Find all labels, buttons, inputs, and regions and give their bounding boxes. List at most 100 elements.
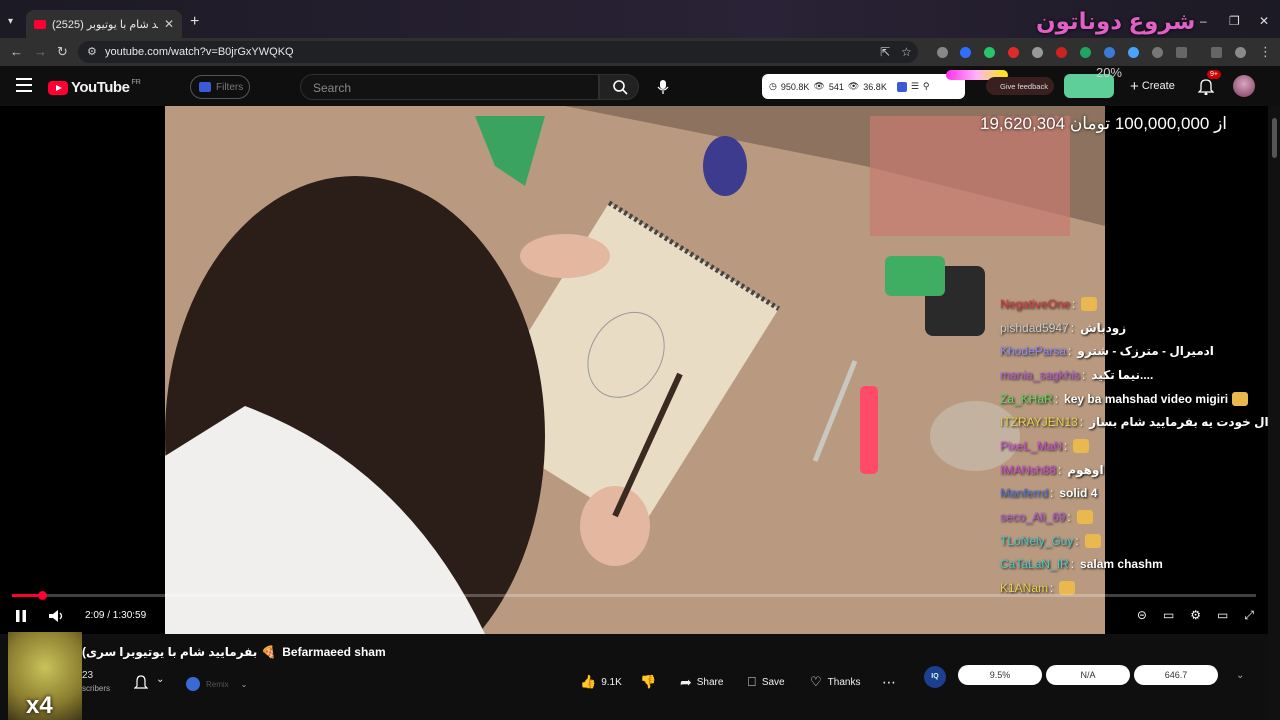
theater-mode-icon[interactable]: ▭ (1217, 608, 1228, 623)
url-text: youtube.com/watch?v=B0jrGxYWQKQ (105, 46, 294, 58)
filters-label: Filters (216, 81, 244, 93)
autoplay-toggle-icon[interactable]: ⊝ (1137, 608, 1147, 623)
iq-icon[interactable] (896, 81, 907, 92)
progress-bar[interactable] (12, 591, 1256, 600)
fullscreen-icon[interactable]: ⤢ (1244, 608, 1254, 623)
stat-watching: 541 (828, 81, 844, 92)
chat-username[interactable]: PixeL_MaN (1000, 439, 1062, 453)
settings-gear-icon[interactable]: ⚙ (1190, 608, 1201, 623)
video-player[interactable]: 19,620,304 از 100,000,000 تومان Negative… (0, 106, 1268, 634)
tab-search-icon[interactable]: ▾ (8, 16, 13, 27)
reading-list-icon[interactable] (1211, 47, 1222, 58)
thanks-button[interactable]: ♡ Thanks (810, 670, 860, 694)
extension-icon[interactable] (1008, 47, 1019, 58)
install-app-icon[interactable]: ⇱ (880, 45, 890, 59)
chat-username[interactable]: KhodeParsa (1000, 344, 1066, 358)
share-label: Share (696, 676, 724, 688)
window-close-button[interactable]: ✕ (1259, 14, 1269, 28)
iq-extension-icon (199, 82, 211, 92)
dislike-button[interactable]: 👎 (640, 670, 656, 694)
new-tab-button[interactable]: + (190, 14, 199, 30)
microphone-icon[interactable] (656, 79, 670, 95)
chat-message: PixeL_MaN : (1000, 434, 1265, 458)
extension-icon[interactable] (960, 47, 971, 58)
save-button[interactable]: ⎕ Save (748, 670, 785, 694)
extension-icon[interactable] (1104, 47, 1115, 58)
scrollbar-thumb[interactable] (1272, 118, 1277, 158)
chat-username[interactable]: ITZRAYJEN13 (1000, 415, 1078, 429)
youtube-favicon-icon (34, 19, 46, 29)
tab-close-icon[interactable]: ✕ (164, 17, 174, 31)
iq-extension-button[interactable]: IQ (924, 666, 946, 688)
chat-text: salam chashm (1080, 557, 1163, 572)
chat-message: seco_Ali_69 : (1000, 505, 1265, 529)
create-button[interactable]: + Create (1130, 78, 1175, 95)
search-input[interactable]: Search (300, 74, 599, 100)
extension-icon[interactable] (1056, 47, 1067, 58)
extension-icon[interactable] (1032, 47, 1043, 58)
chat-separator: : (1067, 510, 1071, 525)
extension-icon[interactable] (937, 47, 948, 58)
share-button[interactable]: ➦ Share (680, 670, 723, 694)
extensions-puzzle-icon[interactable] (1176, 47, 1187, 58)
chat-username[interactable]: pishdad5947 (1000, 321, 1069, 335)
chat-message: CaTaLaN_IR : salam chashm (1000, 553, 1265, 577)
filters-button[interactable]: Filters (190, 75, 250, 99)
subscribe-notification-button[interactable]: ⌄ (133, 674, 174, 694)
clock-icon: ◷ (769, 81, 777, 91)
give-feedback-button[interactable]: Give feedback (986, 77, 1054, 95)
subtitles-icon[interactable]: ▭ (1163, 608, 1174, 623)
address-bar[interactable]: ⚙ youtube.com/watch?v=B0jrGxYWQKQ ⇱ ☆ (78, 41, 918, 63)
chat-emote-icon (1084, 533, 1101, 548)
extension-icon[interactable] (1152, 47, 1163, 58)
forward-icon[interactable]: → (34, 44, 47, 59)
volume-icon[interactable] (48, 608, 66, 624)
notifications-bell-icon[interactable] (1198, 77, 1214, 95)
avatar[interactable] (1233, 75, 1255, 97)
chat-username[interactable]: Manferrd (1000, 486, 1048, 500)
donation-button[interactable]: 20% (1064, 65, 1122, 98)
browser-tab-youtube[interactable]: (2525) بفرمایید شام با یوتیوبر ✕ (26, 10, 182, 38)
search-button[interactable] (599, 74, 639, 100)
chat-username[interactable]: seco_Ali_69 (1000, 510, 1065, 524)
back-icon[interactable]: ← (10, 44, 23, 59)
menu-icon[interactable] (16, 78, 32, 92)
more-actions-button[interactable]: ⋯ (882, 670, 896, 694)
chat-message: ITZRAYJEN13 : ادمیرال خودت یه بفرمایید شا… (1000, 410, 1268, 434)
site-info-icon[interactable]: ⚙ (87, 45, 97, 58)
browser-menu-icon[interactable]: ⋮ (1259, 44, 1272, 60)
browser-toolbar: ← → ↻ ⚙ youtube.com/watch?v=B0jrGxYWQKQ … (0, 38, 1280, 66)
chat-emote-icon (1073, 438, 1090, 453)
like-button[interactable]: 👍 9.1K (580, 670, 622, 694)
notification-badge: 9+ (1207, 70, 1221, 79)
profile-icon[interactable] (1235, 47, 1246, 58)
extension-icon[interactable] (1080, 47, 1091, 58)
chat-text: نیما تکید.... (1091, 367, 1154, 382)
page-scrollbar[interactable] (1268, 106, 1280, 720)
chat-username[interactable]: NegativeOne (1000, 297, 1070, 311)
extension-icon[interactable] (984, 47, 995, 58)
chat-username[interactable]: mania_sagkhis (1000, 368, 1080, 382)
window-minimize-button[interactable]: – (1200, 14, 1207, 28)
chat-username[interactable]: IMANsh88 (1000, 463, 1056, 477)
queue-icon[interactable]: ☰ (911, 81, 919, 92)
donation-overlay-title: شروع دوناتون (1036, 8, 1196, 34)
chat-username[interactable]: K1ANam (1000, 581, 1048, 595)
extension-icon[interactable] (1128, 47, 1139, 58)
reload-icon[interactable]: ↻ (57, 44, 68, 60)
video-title-latin: Befarmaeed sham (282, 645, 386, 659)
chat-username[interactable]: Za_KHaR (1000, 392, 1053, 406)
channel-avatar[interactable]: x4 (8, 632, 82, 720)
bookmark-star-icon[interactable]: ☆ (901, 45, 912, 59)
youtube-logo[interactable]: YouTube FR (48, 79, 141, 96)
chat-message: Za_KHaR : key ba mahshad video migiri (1000, 387, 1265, 411)
chat-text: key ba mahshad video migiri (1064, 391, 1229, 406)
chat-username[interactable]: TLoNely_Guy (1000, 534, 1073, 548)
remix-button[interactable]: Remix ⌄ (186, 674, 250, 694)
pause-icon[interactable] (14, 608, 28, 624)
chevron-down-icon[interactable]: ⌄ (1236, 670, 1244, 681)
pin-icon[interactable]: ⚲ (923, 81, 930, 92)
scrubber-handle[interactable] (37, 591, 47, 600)
chat-username[interactable]: CaTaLaN_IR (1000, 557, 1069, 571)
window-restore-button[interactable]: ❐ (1229, 14, 1240, 28)
